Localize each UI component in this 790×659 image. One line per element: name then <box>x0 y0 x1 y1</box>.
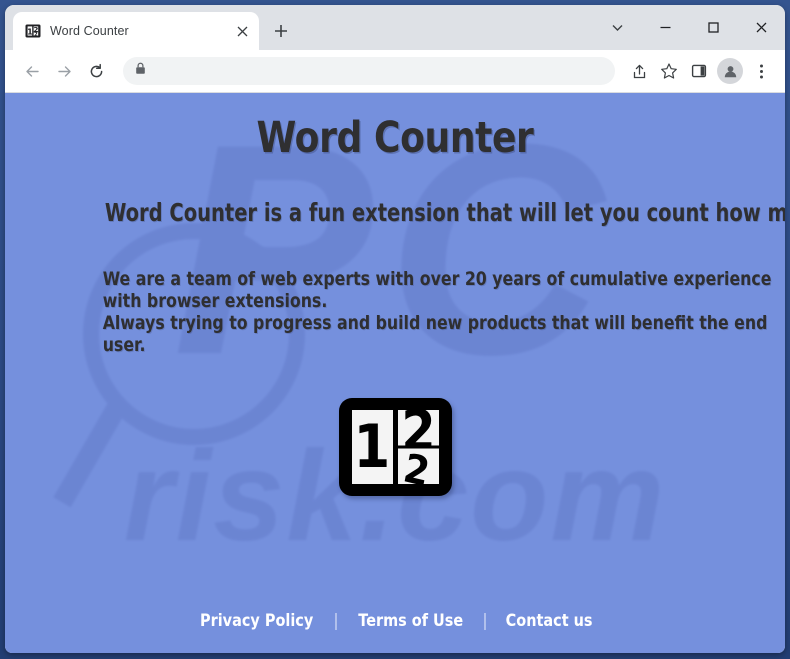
reload-icon <box>90 63 102 77</box>
page-description-line-1: We are a team of web experts with over 2… <box>102 267 772 312</box>
maximize-icon <box>707 22 719 33</box>
close-window-button[interactable] <box>737 10 785 46</box>
share-icon <box>633 64 645 78</box>
svg-text:2: 2 <box>34 32 38 38</box>
arrow-right-icon <box>57 65 71 77</box>
extension-landing-page: Word Counter Word Counter is a fun exten… <box>5 93 785 653</box>
new-tab-button[interactable] <box>267 17 295 45</box>
page-viewport: PC risk.com Word Counter Word Counter is… <box>5 93 785 653</box>
logo-digit-card-right: 2 2 <box>397 410 439 485</box>
footer-separator-2: | <box>482 611 488 631</box>
browser-window: 1 2 2 Word Counter PC risk.com Word Coun… <box>5 5 785 653</box>
word-counter-logo: 1 2 2 <box>338 398 452 497</box>
browser-toolbar <box>5 50 785 93</box>
logo-digit-one: 1 <box>353 412 391 483</box>
forward-button[interactable] <box>49 56 79 86</box>
page-footer: Privacy Policy | Terms of Use | Contact … <box>5 611 785 631</box>
close-tab-icon[interactable] <box>231 20 253 42</box>
svg-text:1: 1 <box>27 27 33 36</box>
maximize-window-button[interactable] <box>689 10 737 46</box>
tab-strip: 1 2 2 Word Counter <box>5 5 785 50</box>
logo-container: 1 2 2 <box>23 398 767 497</box>
back-button[interactable] <box>17 56 47 86</box>
tab-title: Word Counter <box>50 24 129 38</box>
page-title: Word Counter <box>256 113 534 163</box>
page-subtitle: Word Counter is a fun extension that wil… <box>104 197 785 227</box>
footer-separator-1: | <box>333 611 339 631</box>
share-button[interactable] <box>625 57 653 85</box>
side-panel-button[interactable] <box>685 57 713 85</box>
bookmark-button[interactable] <box>655 57 683 85</box>
footer-link-contact-us[interactable]: Contact us <box>505 611 592 631</box>
chevron-down-icon <box>612 25 622 31</box>
arrow-left-icon <box>25 65 39 77</box>
logo-digit-card-left: 1 <box>351 410 393 485</box>
logo-digit-two-top-half: 2 <box>400 410 436 448</box>
window-controls <box>593 5 785 50</box>
reload-button[interactable] <box>81 56 111 86</box>
browser-tab-word-counter[interactable]: 1 2 2 Word Counter <box>13 12 259 50</box>
profile-button[interactable] <box>717 58 743 84</box>
logo-digit-two-bottom-half: 2 <box>400 447 434 485</box>
os-window-frame: 1 2 2 Word Counter PC risk.com Word Coun… <box>0 0 790 659</box>
three-dot-menu-icon <box>759 64 763 78</box>
address-bar[interactable] <box>123 57 615 85</box>
close-icon <box>756 22 766 33</box>
plus-icon <box>275 25 287 37</box>
word-counter-logo-icon: 1 2 2 <box>25 23 41 39</box>
star-icon <box>661 63 677 79</box>
profile-avatar-icon <box>724 65 736 77</box>
footer-link-terms-of-use[interactable]: Terms of Use <box>358 611 463 631</box>
minimize-icon <box>660 26 670 29</box>
lock-icon <box>135 62 146 80</box>
page-description: We are a team of web experts with over 2… <box>94 268 785 357</box>
side-panel-icon <box>691 64 707 78</box>
footer-link-privacy-policy[interactable]: Privacy Policy <box>200 611 313 631</box>
tab-search-button[interactable] <box>593 10 641 46</box>
browser-menu-button[interactable] <box>747 57 775 85</box>
minimize-window-button[interactable] <box>641 10 689 46</box>
page-description-line-2: Always trying to progress and build new … <box>102 312 768 357</box>
